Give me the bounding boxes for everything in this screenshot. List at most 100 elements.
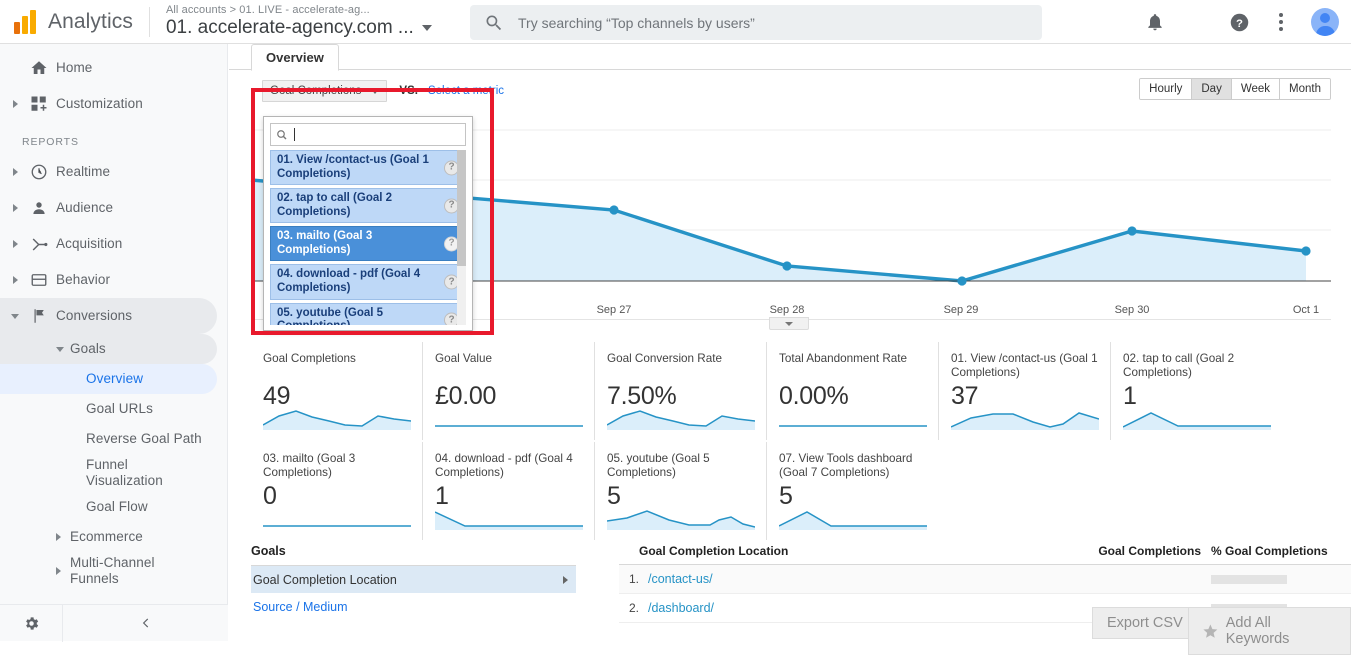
scorecard[interactable]: Goal Conversion Rate 7.50% xyxy=(595,342,767,440)
chevron-down-icon[interactable] xyxy=(421,25,432,31)
scorecard-label: 01. View /contact-us (Goal 1 Completions… xyxy=(951,352,1098,380)
sidebar-label: Customization xyxy=(56,96,143,112)
table-header: Goal Completion Location Goal Completion… xyxy=(619,544,1351,566)
sidebar-item-home[interactable]: Home xyxy=(0,50,217,86)
chevron-down-icon[interactable] xyxy=(56,346,64,352)
dropdown-option[interactable]: 02. tap to call (Goal 2 Completions) ? xyxy=(270,188,466,224)
dropdown-option[interactable]: 01. View /contact-us (Goal 1 Completions… xyxy=(270,150,466,186)
main-content: Overview Goal Completions VS. Select a m… xyxy=(229,44,1351,641)
kebab-menu-icon[interactable] xyxy=(1269,10,1293,34)
dimension-goal-completion-location[interactable]: Goal Completion Location xyxy=(251,566,576,593)
scorecard[interactable]: 02. tap to call (Goal 2 Completions) 1 xyxy=(1111,342,1283,440)
chevron-right-icon[interactable] xyxy=(8,276,22,284)
goals-panel-header: Goals xyxy=(251,544,576,566)
chart-collapse-toggle[interactable] xyxy=(769,317,809,330)
dropdown-option-label: 04. download - pdf (Goal 4 Completions) xyxy=(277,268,421,294)
sidebar-item-realtime[interactable]: Realtime xyxy=(0,154,217,190)
scorecard-label: 04. download - pdf (Goal 4 Completions) xyxy=(435,452,573,480)
row-percent xyxy=(1201,574,1351,584)
metric-dropdown-trigger[interactable]: Goal Completions xyxy=(262,80,388,102)
scorecard[interactable]: 07. View Tools dashboard (Goal 7 Complet… xyxy=(767,442,939,540)
granularity-day[interactable]: Day xyxy=(1192,79,1232,99)
sparkline xyxy=(779,511,927,530)
chevron-right-icon[interactable] xyxy=(8,240,22,248)
collapse-chevron-icon[interactable] xyxy=(63,616,228,630)
dimension-label: Source / Medium xyxy=(253,599,348,614)
granularity-month[interactable]: Month xyxy=(1280,79,1330,99)
chevron-right-icon[interactable] xyxy=(56,567,61,575)
sidebar-item-customization[interactable]: Customization xyxy=(0,86,217,122)
table-row[interactable]: 1. /contact-us/ xyxy=(619,565,1351,595)
chevron-right-icon[interactable] xyxy=(8,204,22,212)
chevron-right-icon[interactable] xyxy=(56,533,61,541)
help-icon[interactable]: ? xyxy=(1227,10,1251,34)
scorecard[interactable]: 04. download - pdf (Goal 4 Completions) … xyxy=(423,442,595,540)
tab-overview[interactable]: Overview xyxy=(251,44,339,71)
sidebar-item-funnel-visualization[interactable]: Funnel Visualization xyxy=(0,454,217,492)
sidebar-item-audience[interactable]: Audience xyxy=(0,190,217,226)
scorecard[interactable]: 05. youtube (Goal 5 Completions) 5 xyxy=(595,442,767,540)
scorecard[interactable]: Goal Completions 49 xyxy=(251,342,423,440)
export-csv-button[interactable]: Export CSV xyxy=(1092,607,1198,639)
dropdown-option-label: 05. youtube (Goal 5 Completions) xyxy=(277,306,384,326)
tab-bar: Overview xyxy=(229,44,1351,71)
sparkline xyxy=(951,412,1099,430)
sidebar-item-conversions[interactable]: Conversions xyxy=(0,298,217,334)
dropdown-scrollbar[interactable] xyxy=(457,150,466,325)
sidebar-item-behavior[interactable]: Behavior xyxy=(0,262,217,298)
apps-grid-icon[interactable] xyxy=(1185,10,1209,34)
add-all-keywords-button[interactable]: Add All Keywords xyxy=(1188,607,1351,655)
sidebar-group-goals[interactable]: Goals xyxy=(0,334,217,364)
search-input[interactable] xyxy=(516,13,1028,32)
chevron-down-icon[interactable] xyxy=(8,313,22,319)
percent-bar-track xyxy=(1211,574,1287,584)
scorecards: Goal Completions 49 Goal Value £0.00 Goa… xyxy=(251,342,1331,540)
svg-text:?: ? xyxy=(1236,17,1243,29)
sidebar-item-goal-flow[interactable]: Goal Flow xyxy=(0,492,217,522)
dropdown-option[interactable]: 05. youtube (Goal 5 Completions) ? xyxy=(270,302,466,326)
person-icon xyxy=(22,199,56,217)
sidebar-group-ecommerce[interactable]: Ecommerce xyxy=(0,522,217,552)
granularity-hourly[interactable]: Hourly xyxy=(1140,79,1193,99)
global-search[interactable] xyxy=(470,5,1042,40)
sidebar-item-acquisition[interactable]: Acquisition xyxy=(0,226,217,262)
scorecard[interactable]: Goal Value £0.00 xyxy=(423,342,595,440)
star-icon xyxy=(1203,624,1218,638)
sparkline xyxy=(779,425,927,427)
scrollbar-thumb[interactable] xyxy=(457,150,466,266)
bell-icon[interactable] xyxy=(1143,10,1167,34)
dimension-source-medium[interactable]: Source / Medium xyxy=(251,593,576,620)
chevron-right-icon[interactable] xyxy=(8,168,22,176)
x-tick-label: Oct 1 xyxy=(1292,304,1320,316)
account-selector[interactable]: All accounts > 01. LIVE - accelerate-ag.… xyxy=(166,4,432,39)
sidebar-item-overview[interactable]: Overview xyxy=(0,364,217,394)
sidebar-label: Goal URLs xyxy=(86,401,153,417)
granularity-week[interactable]: Week xyxy=(1231,79,1281,99)
row-location-link[interactable]: /contact-us/ xyxy=(639,572,1101,586)
sidebar-label: Conversions xyxy=(56,308,133,324)
settings-gear-icon[interactable] xyxy=(0,615,62,632)
metric-dropdown-panel[interactable]: 01. View /contact-us (Goal 1 Completions… xyxy=(263,116,473,331)
dropdown-options-list[interactable]: 01. View /contact-us (Goal 1 Completions… xyxy=(270,150,466,325)
select-a-metric-link[interactable]: Select a metric xyxy=(428,85,504,97)
chart-point xyxy=(1301,246,1311,256)
metric-selector-row: Goal Completions VS. Select a metric Hou… xyxy=(229,70,1351,114)
row-location-link[interactable]: /dashboard/ xyxy=(639,601,1101,615)
dropdown-option[interactable]: 04. download - pdf (Goal 4 Completions) … xyxy=(270,264,466,300)
avatar[interactable] xyxy=(1311,8,1339,36)
sidebar-label: Audience xyxy=(56,200,114,216)
scorecard-row-2: 03. mailto (Goal 3 Completions) 0 04. do… xyxy=(251,442,1331,540)
scorecard[interactable]: Total Abandonment Rate 0.00% xyxy=(767,342,939,440)
dropdown-search-field[interactable] xyxy=(270,123,466,146)
sidebar-item-reverse-goal-path[interactable]: Reverse Goal Path xyxy=(0,424,217,454)
sidebar-group-multi-channel-funnels[interactable]: Multi-Channel Funnels xyxy=(0,552,217,590)
dropdown-option-selected[interactable]: 03. mailto (Goal 3 Completions) ? xyxy=(270,226,466,262)
scorecard[interactable]: 03. mailto (Goal 3 Completions) 0 xyxy=(251,442,423,540)
chevron-right-icon[interactable] xyxy=(8,100,22,108)
scorecard[interactable]: 01. View /contact-us (Goal 1 Completions… xyxy=(939,342,1111,440)
sidebar-section-reports: REPORTS xyxy=(22,136,79,148)
sidebar-item-goal-urls[interactable]: Goal URLs xyxy=(0,394,217,424)
home-icon xyxy=(22,59,56,77)
x-tick-label: Sep 27 xyxy=(596,304,632,316)
top-app-bar: Analytics All accounts > 01. LIVE - acce… xyxy=(0,0,1351,44)
